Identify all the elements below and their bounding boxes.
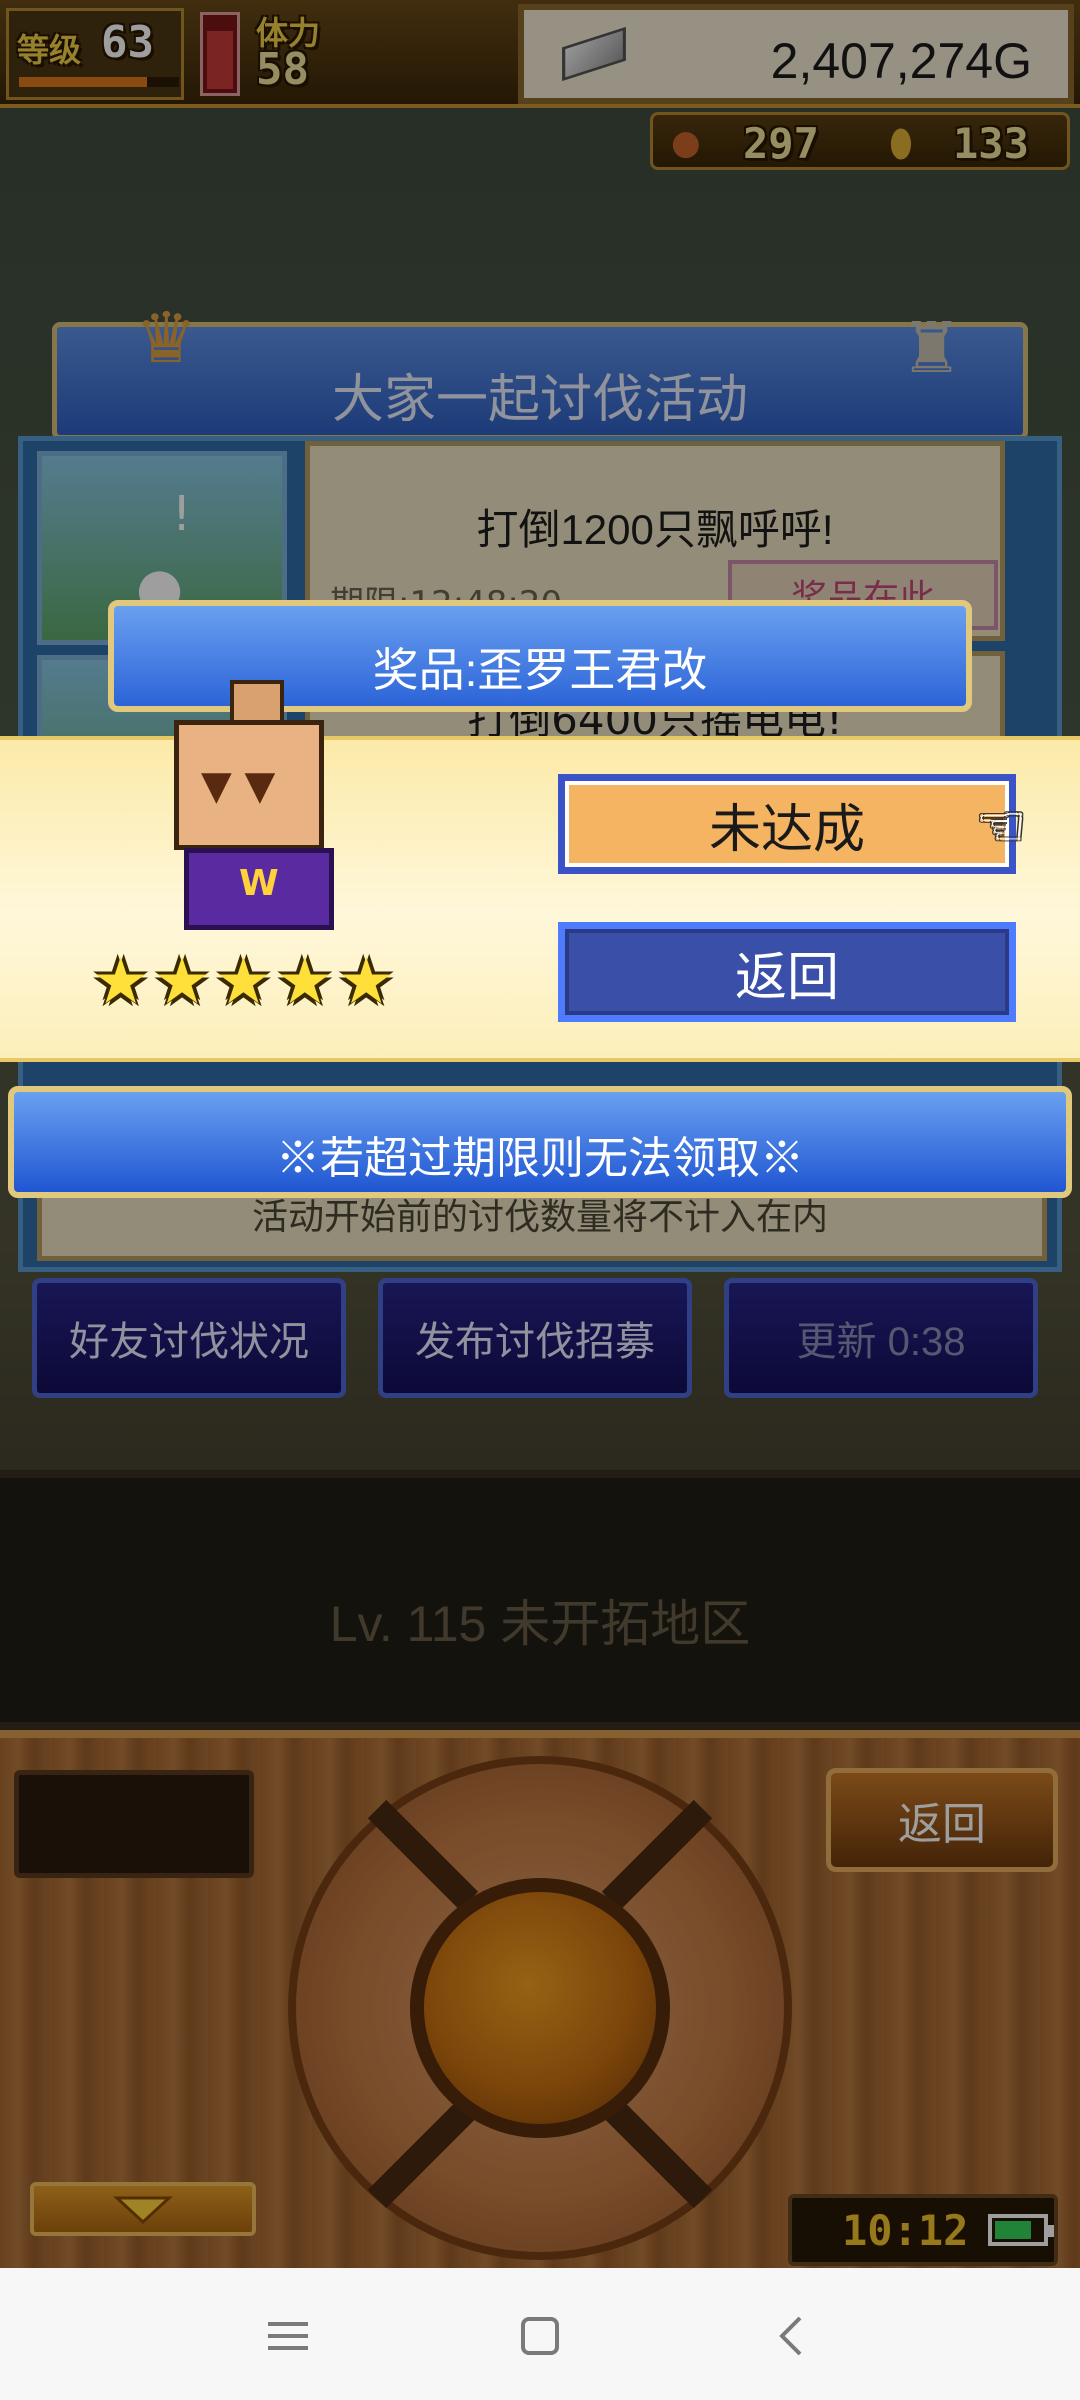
locked-area: Lv. 115 未开拓地区 <box>0 1470 1080 1730</box>
locked-area-label: Lv. 115 未开拓地区 <box>329 1596 751 1652</box>
quest-title: 打倒1200只飘呼呼! <box>476 506 834 553</box>
game-screen: 等级 63 体力 58 2,407,274G ● 297 ⬮ 133 大家一起讨… <box>0 0 1080 2268</box>
exp-bar-fill <box>19 77 147 87</box>
level-label: 等级 <box>17 31 82 69</box>
menu-icon[interactable] <box>258 2306 318 2366</box>
unachieved-button[interactable]: 未达成 <box>558 774 1016 874</box>
boss-character-image: ▼ ▼ W <box>164 680 364 940</box>
level-value: 63 <box>101 17 154 68</box>
clock-time: 10:12 <box>842 2206 969 2255</box>
level-display: 等级 63 <box>6 8 184 100</box>
popup-back-button[interactable]: 返回 <box>558 922 1016 1022</box>
stamina-display: 体力 58 <box>250 6 520 102</box>
gold-value: 2,407,274G <box>770 33 1032 89</box>
star-icon: ★ <box>153 945 211 1019</box>
back-button[interactable]: 返回 <box>826 1768 1058 1872</box>
princess-character-icon: ♛ <box>135 297 198 379</box>
silver-ingot-icon <box>562 26 626 82</box>
exp-bar <box>19 77 179 87</box>
back-icon[interactable] <box>762 2306 822 2366</box>
notice-banner: ※若超过期限则无法领取※ <box>8 1086 1072 1198</box>
friends-status-button[interactable]: 好友讨伐状况 <box>32 1278 346 1398</box>
medal-icon: ⬮ <box>889 121 913 165</box>
medal-count: 133 <box>953 119 1029 168</box>
food-icon: ● <box>671 123 701 163</box>
stamina-gauge <box>200 12 240 96</box>
food-count: 297 <box>743 119 819 168</box>
scroll-down-button[interactable] <box>30 2182 256 2236</box>
star-icon: ★ <box>276 945 334 1019</box>
star-icon: ★ <box>337 945 395 1019</box>
clock-display: 10:12 <box>788 2194 1058 2266</box>
resource-bar: ● 297 ⬮ 133 <box>650 112 1070 170</box>
system-nav-bar <box>0 2268 1080 2400</box>
angry-face-icon: ▼ ▼ <box>201 763 276 809</box>
triangle-down-icon <box>113 2196 173 2224</box>
rarity-stars: ★ ★ ★ ★ ★ <box>92 950 395 1014</box>
knight-character-icon: ♜ <box>900 307 963 389</box>
battery-level <box>995 2221 1031 2239</box>
event-title-banner: 大家一起讨伐活动 ♛ ♜ <box>52 297 1028 440</box>
post-recruit-button[interactable]: 发布讨伐招募 <box>378 1278 692 1398</box>
stamina-gauge-fill <box>207 30 233 89</box>
dpad-center-button[interactable] <box>410 1878 670 2138</box>
controller: 返回 10:12 <box>0 1730 1080 2268</box>
mini-screen <box>14 1770 254 1878</box>
star-icon: ★ <box>92 945 150 1019</box>
box-head: ▼ ▼ <box>174 720 324 850</box>
pointing-hand-icon: ☜ <box>976 794 1027 859</box>
battery-icon <box>988 2214 1054 2246</box>
status-bar: 等级 63 体力 58 2,407,274G <box>0 0 1080 108</box>
w-emblem-icon: W <box>239 863 279 904</box>
purple-body: W <box>184 848 334 930</box>
notice-text: ※若超过期限则无法领取※ <box>276 1134 804 1183</box>
alert-icon: ! <box>172 486 192 542</box>
home-icon[interactable] <box>510 2306 570 2366</box>
stamina-value: 58 <box>256 44 309 95</box>
star-icon: ★ <box>214 945 273 1019</box>
gold-display: 2,407,274G <box>518 4 1074 104</box>
refresh-button[interactable]: 更新 0:38 <box>724 1278 1038 1398</box>
event-title: 大家一起讨伐活动 <box>331 371 748 429</box>
